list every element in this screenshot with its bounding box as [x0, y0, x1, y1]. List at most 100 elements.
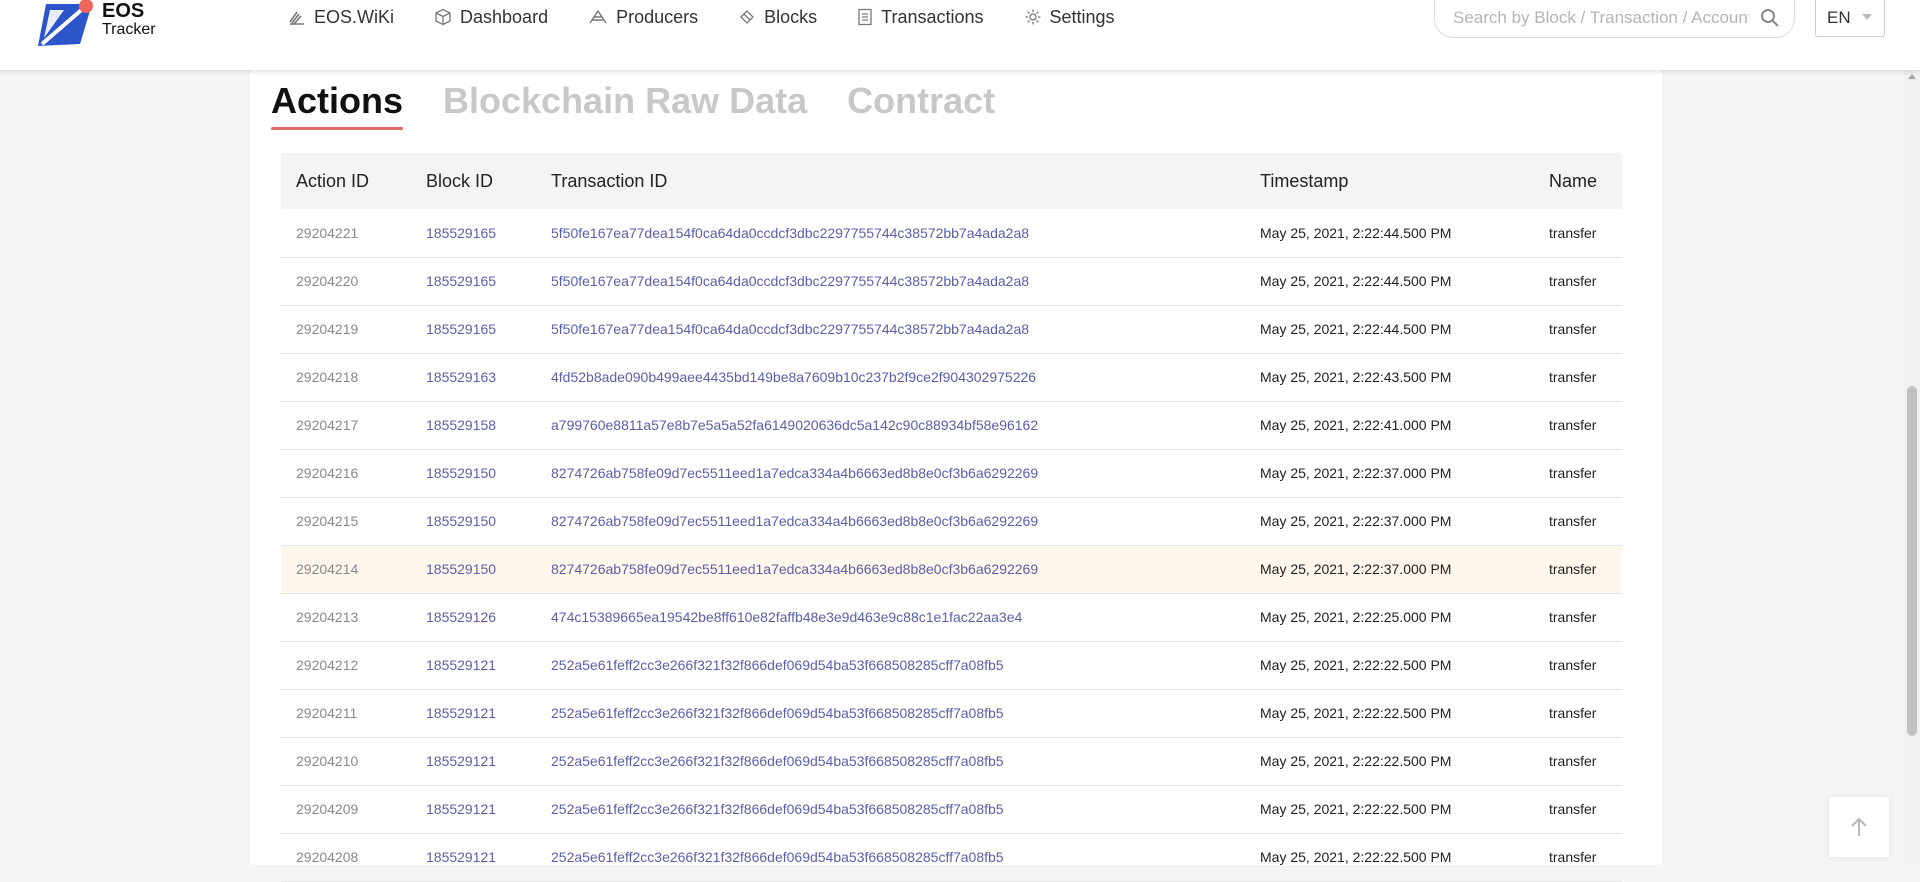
transaction-id-link[interactable]: 8274726ab758fe09d7ec5511eed1a7edca334a4b… [536, 545, 1245, 594]
transaction-id-link[interactable]: 474c15389665ea19542be8ff610e82faffb48e3e… [536, 593, 1245, 642]
timestamp-cell: May 25, 2021, 2:22:44.500 PM [1245, 305, 1534, 354]
block-id-link[interactable]: 185529165 [411, 305, 536, 354]
action-id-cell: 29204208 [281, 833, 411, 882]
action-name-cell: transfer [1534, 833, 1622, 882]
timestamp-cell: May 25, 2021, 2:22:44.500 PM [1245, 257, 1534, 306]
search-box [1434, 0, 1795, 38]
gear-icon [1025, 9, 1041, 25]
content-card: Actions Blockchain Raw Data Contract Act… [250, 70, 1662, 882]
language-value: EN [1827, 8, 1851, 27]
logo-subtitle: Tracker [102, 21, 156, 38]
transaction-id-link[interactable]: 5f50fe167ea77dea154f0ca64da0ccdcf3dbc229… [536, 209, 1245, 258]
action-name-cell: transfer [1534, 401, 1622, 450]
timestamp-cell: May 25, 2021, 2:22:22.500 PM [1245, 833, 1534, 882]
nav-item-settings[interactable]: Settings [1024, 7, 1115, 28]
action-id-cell: 29204210 [281, 737, 411, 786]
timestamp-cell: May 25, 2021, 2:22:37.000 PM [1245, 497, 1534, 546]
action-id-cell: 29204213 [281, 593, 411, 642]
search-icon[interactable] [1760, 8, 1780, 28]
timestamp-cell: May 25, 2021, 2:22:37.000 PM [1245, 545, 1534, 594]
tab-contract[interactable]: Contract [847, 80, 995, 126]
tab-blockchain-raw-data[interactable]: Blockchain Raw Data [443, 80, 807, 126]
action-name-cell: transfer [1534, 737, 1622, 786]
nav-label-settings: Settings [1049, 6, 1115, 27]
tab-actions[interactable]: Actions [271, 80, 404, 130]
action-name-cell: transfer [1534, 353, 1622, 402]
arrow-up-icon [1851, 817, 1867, 836]
transaction-id-link[interactable]: 5f50fe167ea77dea154f0ca64da0ccdcf3dbc229… [536, 305, 1245, 354]
table-row: 29204212 185529121 252a5e61feff2cc3e266f… [281, 641, 1622, 690]
transaction-id-link[interactable]: a799760e8811a57e8b7e5a5a52fa6149020636dc… [536, 401, 1245, 450]
blocks-icon [740, 10, 755, 24]
action-id-cell: 29204209 [281, 785, 411, 834]
table-row: 29204221 185529165 5f50fe167ea77dea154f0… [281, 209, 1622, 258]
language-select[interactable]: EN [1815, 0, 1885, 37]
block-id-link[interactable]: 185529126 [411, 593, 536, 642]
action-id-cell: 29204219 [281, 305, 411, 354]
action-id-cell: 29204212 [281, 641, 411, 690]
block-id-link[interactable]: 185529121 [411, 641, 536, 690]
action-id-cell: 29204221 [281, 209, 411, 258]
document-icon [858, 8, 872, 26]
block-id-link[interactable]: 185529121 [411, 689, 536, 738]
action-id-cell: 29204215 [281, 497, 411, 546]
nav-label-eos-wiki: EOS.WiKi [314, 6, 395, 27]
column-header-transaction-id: Transaction ID [551, 170, 668, 191]
action-id-cell: 29204218 [281, 353, 411, 402]
block-id-link[interactable]: 185529121 [411, 785, 536, 834]
transaction-id-link[interactable]: 4fd52b8ade090b499aee4435bd149be8a7609b10… [536, 353, 1245, 402]
wiki-icon [289, 11, 304, 25]
search-input[interactable] [1451, 0, 1751, 36]
block-id-link[interactable]: 185529121 [411, 737, 536, 786]
column-header-name: Name [1549, 170, 1598, 191]
page-scrollbar[interactable] [1904, 70, 1920, 865]
transaction-id-link[interactable]: 252a5e61feff2cc3e266f321f32f866def069d54… [536, 785, 1245, 834]
table-row: 29204213 185529126 474c15389665ea19542be… [281, 593, 1622, 642]
nav-label-transactions: Transactions [881, 6, 984, 27]
block-id-link[interactable]: 185529165 [411, 209, 536, 258]
block-id-link[interactable]: 185529165 [411, 257, 536, 306]
eos-tracker-logo[interactable]: EOS Tracker [34, 0, 174, 52]
table-row-highlighted: 29204214 185529150 8274726ab758fe09d7ec5… [281, 545, 1622, 594]
timestamp-cell: May 25, 2021, 2:22:41.000 PM [1245, 401, 1534, 450]
nav-item-producers[interactable]: Producers [588, 7, 698, 28]
nav-item-eos-wiki[interactable]: EOS.WiKi [288, 7, 394, 28]
block-id-link[interactable]: 185529158 [411, 401, 536, 450]
table-row: 29204216 185529150 8274726ab758fe09d7ec5… [281, 449, 1622, 498]
action-name-cell: transfer [1534, 209, 1622, 258]
action-name-cell: transfer [1534, 305, 1622, 354]
tab-bar: Actions Blockchain Raw Data Contract [271, 80, 1035, 130]
main-nav: EOS.WiKi Dashboard Producers Blocks Tran… [288, 0, 1155, 34]
block-id-link[interactable]: 185529150 [411, 449, 536, 498]
transaction-id-link[interactable]: 8274726ab758fe09d7ec5511eed1a7edca334a4b… [536, 497, 1245, 546]
block-id-link[interactable]: 185529121 [411, 833, 536, 882]
scroll-up-arrow-icon[interactable] [1908, 74, 1916, 79]
table-body: 29204221 185529165 5f50fe167ea77dea154f0… [281, 209, 1622, 882]
action-id-cell: 29204220 [281, 257, 411, 306]
scrollbar-thumb[interactable] [1907, 386, 1917, 736]
block-id-link[interactable]: 185529150 [411, 497, 536, 546]
back-to-top-button[interactable] [1828, 796, 1890, 858]
transaction-id-link[interactable]: 252a5e61feff2cc3e266f321f32f866def069d54… [536, 689, 1245, 738]
action-name-cell: transfer [1534, 497, 1622, 546]
transaction-id-link[interactable]: 8274726ab758fe09d7ec5511eed1a7edca334a4b… [536, 449, 1245, 498]
table-row: 29204209 185529121 252a5e61feff2cc3e266f… [281, 785, 1622, 834]
nav-item-blocks[interactable]: Blocks [738, 7, 817, 28]
block-id-link[interactable]: 185529163 [411, 353, 536, 402]
table-row: 29204218 185529163 4fd52b8ade090b499aee4… [281, 353, 1622, 402]
transaction-id-link[interactable]: 5f50fe167ea77dea154f0ca64da0ccdcf3dbc229… [536, 257, 1245, 306]
action-id-cell: 29204214 [281, 545, 411, 594]
transaction-id-link[interactable]: 252a5e61feff2cc3e266f321f32f866def069d54… [536, 641, 1245, 690]
timestamp-cell: May 25, 2021, 2:22:22.500 PM [1245, 737, 1534, 786]
action-name-cell: transfer [1534, 785, 1622, 834]
timestamp-cell: May 25, 2021, 2:22:22.500 PM [1245, 689, 1534, 738]
action-name-cell: transfer [1534, 641, 1622, 690]
nav-item-dashboard[interactable]: Dashboard [434, 7, 548, 28]
transaction-id-link[interactable]: 252a5e61feff2cc3e266f321f32f866def069d54… [536, 833, 1245, 882]
column-header-timestamp: Timestamp [1260, 170, 1349, 191]
nav-item-transactions[interactable]: Transactions [857, 6, 984, 28]
transaction-id-link[interactable]: 252a5e61feff2cc3e266f321f32f866def069d54… [536, 737, 1245, 786]
timestamp-cell: May 25, 2021, 2:22:22.500 PM [1245, 785, 1534, 834]
block-id-link[interactable]: 185529150 [411, 545, 536, 594]
action-name-cell: transfer [1534, 545, 1622, 594]
